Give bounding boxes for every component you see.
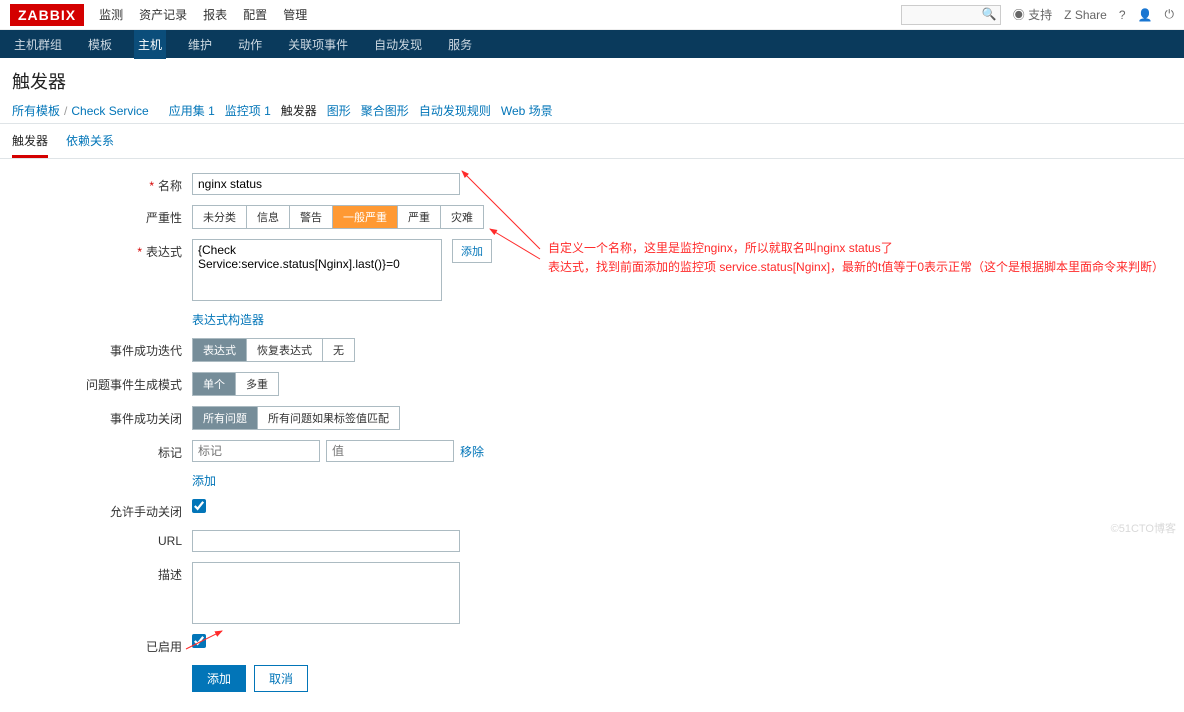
search-wrap: 🔍 (901, 5, 1001, 25)
tag-name-input[interactable] (192, 440, 320, 462)
url-label: URL (12, 530, 192, 548)
okclose-tagmatch[interactable]: 所有问题如果标签值匹配 (258, 407, 399, 429)
subnav-hosts[interactable]: 主机 (134, 30, 166, 59)
watermark: ©51CTO博客 (1111, 520, 1176, 536)
sev-info[interactable]: 信息 (247, 206, 290, 228)
subnav-correlation[interactable]: 关联项事件 (284, 30, 352, 59)
subnav-hostgroups[interactable]: 主机群组 (10, 30, 66, 59)
formtab-deps[interactable]: 依赖关系 (66, 132, 114, 158)
share-link[interactable]: Z Share (1064, 8, 1107, 22)
pm-multiple[interactable]: 多重 (236, 373, 278, 395)
trigger-form: 名称 严重性 未分类 信息 警告 一般严重 严重 灾难 表达式 {Check S… (0, 159, 1184, 712)
desc-label: 描述 (12, 562, 192, 583)
sectab-items[interactable]: 监控项 1 (225, 102, 271, 119)
expr-textarea[interactable]: {Check Service:service.status[Nginx].las… (192, 239, 442, 301)
topnav-inventory[interactable]: 资产记录 (139, 6, 187, 23)
expr-label: 表达式 (12, 239, 192, 260)
section-tabs: 应用集 1 监控项 1 触发器 图形 聚合图形 自动发现规则 Web 场景 (169, 102, 563, 119)
tag-add-link[interactable]: 添加 (192, 472, 216, 489)
cancel-button[interactable]: 取消 (254, 665, 308, 692)
tags-label: 标记 (12, 440, 192, 461)
tag-remove-link[interactable]: 移除 (460, 443, 484, 460)
ok-event-gen-label: 事件成功迭代 (12, 338, 192, 359)
header-right: 🔍 ◉ 支持 Z Share ? 👤 ⏻ (901, 5, 1174, 25)
sev-unclassified[interactable]: 未分类 (193, 206, 247, 228)
okgen-expr[interactable]: 表达式 (193, 339, 247, 361)
form-tabs: 触发器 依赖关系 (0, 124, 1184, 159)
sev-warning[interactable]: 警告 (290, 206, 333, 228)
support-link[interactable]: ◉ 支持 (1013, 6, 1052, 23)
sub-nav: 主机群组 模板 主机 维护 动作 关联项事件 自动发现 服务 (0, 30, 1184, 58)
user-icon[interactable]: 👤 (1138, 8, 1153, 22)
topnav-reports[interactable]: 报表 (203, 6, 227, 23)
topnav-monitor[interactable]: 监测 (99, 6, 123, 23)
subnav-services[interactable]: 服务 (444, 30, 476, 59)
sectab-web[interactable]: Web 场景 (501, 102, 553, 119)
url-input[interactable] (192, 530, 460, 552)
ok-event-gen-seg: 表达式 恢复表达式 无 (192, 338, 355, 362)
sev-average[interactable]: 一般严重 (333, 206, 398, 228)
subnav-discovery[interactable]: 自动发现 (370, 30, 426, 59)
crumb-all-templates[interactable]: 所有模板 (12, 102, 60, 119)
sectab-graphs[interactable]: 图形 (327, 102, 351, 119)
ok-close-seg: 所有问题 所有问题如果标签值匹配 (192, 406, 400, 430)
subnav-actions[interactable]: 动作 (234, 30, 266, 59)
breadcrumb-row: 所有模板 / Check Service 应用集 1 监控项 1 触发器 图形 … (0, 100, 1184, 124)
pm-single[interactable]: 单个 (193, 373, 236, 395)
ok-close-label: 事件成功关闭 (12, 406, 192, 427)
sectab-triggers[interactable]: 触发器 (281, 102, 317, 119)
logo: ZABBIX (10, 4, 84, 26)
manual-close-label: 允许手动关闭 (12, 499, 192, 520)
problem-mode-label: 问题事件生成模式 (12, 372, 192, 393)
crumb-check-service[interactable]: Check Service (71, 104, 148, 118)
name-label: 名称 (12, 173, 192, 194)
submit-button[interactable]: 添加 (192, 665, 246, 692)
subnav-templates[interactable]: 模板 (84, 30, 116, 59)
search-icon[interactable]: 🔍 (982, 7, 997, 21)
okgen-none[interactable]: 无 (323, 339, 354, 361)
sev-high[interactable]: 严重 (398, 206, 441, 228)
expr-add-button[interactable]: 添加 (452, 239, 492, 263)
severity-label: 严重性 (12, 205, 192, 226)
subnav-maintenance[interactable]: 维护 (184, 30, 216, 59)
power-icon[interactable]: ⏻ (1165, 7, 1175, 22)
expr-constructor-link[interactable]: 表达式构造器 (192, 311, 264, 328)
form-actions: 添加 取消 (192, 665, 1172, 692)
annotation-text: 自定义一个名称，这里是监控nginx，所以就取名叫nginx status了 表… (548, 239, 1164, 277)
top-header: ZABBIX 监测 资产记录 报表 配置 管理 🔍 ◉ 支持 Z Share ?… (0, 0, 1184, 30)
name-input[interactable] (192, 173, 460, 195)
topnav-admin[interactable]: 管理 (283, 6, 307, 23)
enabled-label: 已启用 (12, 634, 192, 655)
formtab-trigger[interactable]: 触发器 (12, 132, 48, 158)
okgen-recovery[interactable]: 恢复表达式 (247, 339, 323, 361)
okclose-all[interactable]: 所有问题 (193, 407, 258, 429)
manual-close-checkbox[interactable] (192, 499, 206, 513)
sectab-discovery[interactable]: 自动发现规则 (419, 102, 491, 119)
sectab-apps[interactable]: 应用集 1 (169, 102, 215, 119)
help-icon[interactable]: ? (1119, 8, 1126, 22)
severity-seg: 未分类 信息 警告 一般严重 严重 灾难 (192, 205, 484, 229)
enabled-checkbox[interactable] (192, 634, 206, 648)
top-nav: 监测 资产记录 报表 配置 管理 (99, 6, 323, 23)
problem-mode-seg: 单个 多重 (192, 372, 279, 396)
sev-disaster[interactable]: 灾难 (441, 206, 483, 228)
page-title: 触发器 (0, 58, 1184, 100)
tag-value-input[interactable] (326, 440, 454, 462)
topnav-config[interactable]: 配置 (243, 6, 267, 23)
desc-textarea[interactable] (192, 562, 460, 624)
sectab-screens[interactable]: 聚合图形 (361, 102, 409, 119)
